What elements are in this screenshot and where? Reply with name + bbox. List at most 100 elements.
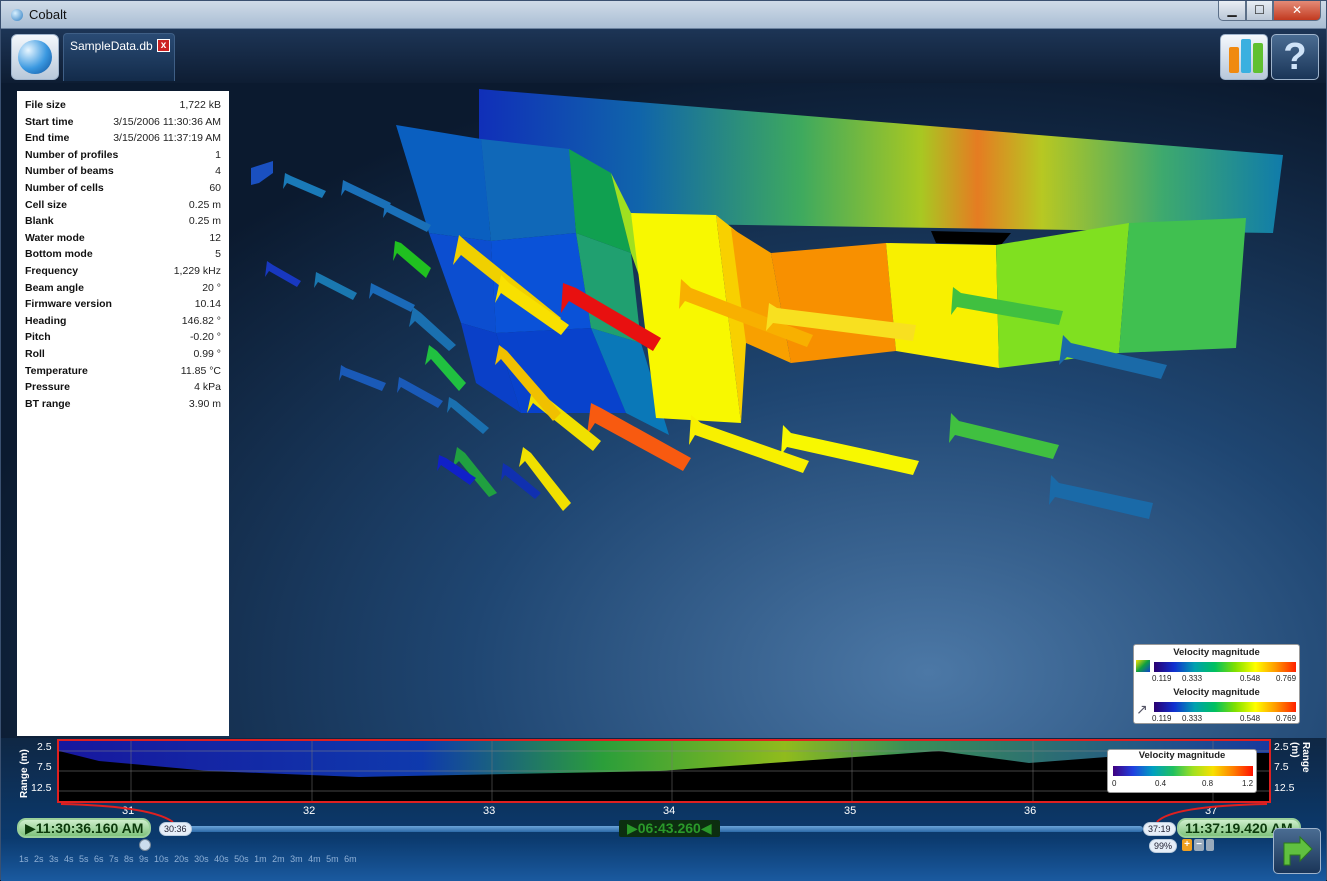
info-value: 10.14: [194, 298, 221, 311]
tab-sampledata[interactable]: SampleData.db x: [63, 33, 175, 81]
info-value: 11.85 °C: [180, 364, 221, 377]
info-value: 5: [215, 248, 221, 261]
info-value: 0.99 °: [193, 347, 221, 360]
info-key: Bottom mode: [25, 248, 93, 261]
close-button[interactable]: ✕: [1273, 1, 1321, 21]
velocity-arrow: [283, 173, 326, 198]
info-key: End time: [25, 132, 70, 145]
velocity-arrow: [425, 345, 466, 391]
tick-label: 0.119: [1152, 714, 1172, 723]
zoom-out-icon[interactable]: −: [1194, 839, 1204, 851]
info-key: Cell size: [25, 198, 68, 211]
strip-legend-ticks: 0 0.4 0.8 1.2: [1112, 779, 1256, 788]
velocity-arrow: [251, 161, 273, 185]
velocity-arrow: [265, 261, 301, 287]
info-key: BT range: [25, 397, 71, 410]
info-row: Beam angle 20 °: [25, 282, 221, 299]
info-row: Blank 0.25 m: [25, 215, 221, 232]
range-tick: 12.5: [31, 782, 52, 794]
arrows-ticks: 0.119 0.333 0.548 0.769: [1152, 714, 1300, 723]
minimize-button[interactable]: ▁: [1218, 1, 1246, 21]
range-tick: 7.5: [37, 761, 52, 773]
info-key: Frequency: [25, 264, 79, 277]
profile-strip-plot[interactable]: Velocity magnitude 0 0.4 0.8 1.2: [57, 739, 1271, 803]
info-value: 4 kPa: [194, 381, 221, 394]
info-value: 0.25 m: [188, 198, 221, 211]
strip-data-area: [59, 741, 1269, 777]
info-row: Firmware version 10.14: [25, 298, 221, 315]
maximize-button[interactable]: ☐: [1246, 1, 1273, 21]
tick-label: 0.119: [1152, 674, 1172, 683]
velocity-arrow: [339, 365, 386, 391]
bar-chart-icon-bar: [1241, 39, 1251, 73]
velocity-arrow: [393, 241, 431, 278]
info-value: 146.82 °: [181, 314, 221, 327]
tick-label: 0.333: [1182, 674, 1203, 683]
zoom-level-list[interactable]: 1s 2s 3s 4s 5s 6s 7s 8s 9s 10s 20s 30s 4…: [19, 854, 357, 864]
timeline-panel: Range (m) Range (m) 2.5 7.5 12.5 2.5 7.5…: [1, 738, 1326, 881]
info-row: BT range 3.90 m: [25, 398, 221, 415]
surface-panel: [1119, 218, 1246, 353]
velocity-arrow: [519, 447, 571, 511]
info-key: Heading: [25, 314, 67, 327]
surface-colorbar: [1154, 662, 1296, 672]
zoom-reset-icon[interactable]: [1206, 839, 1214, 851]
info-value: 1,229 kHz: [173, 264, 221, 277]
zoom-icon[interactable]: [139, 839, 151, 851]
chart-button[interactable]: [1220, 34, 1268, 80]
zoom-in-icon[interactable]: +: [1182, 839, 1192, 851]
info-key: Number of beams: [25, 165, 114, 178]
tick-label: 0.548: [1240, 674, 1261, 683]
info-key: Roll: [25, 347, 45, 360]
info-key: Water mode: [25, 231, 85, 244]
surface-panel: [481, 139, 576, 241]
cobalt-logo-icon: [18, 40, 52, 74]
tick-label: 0.548: [1240, 714, 1261, 723]
info-value: 1,722 kB: [179, 99, 221, 111]
refresh-button[interactable]: [1273, 828, 1321, 874]
strip-legend: Velocity magnitude 0 0.4 0.8 1.2: [1107, 749, 1257, 793]
strip-plot-svg: [59, 741, 1269, 801]
range-tick: 2.5: [1274, 741, 1289, 753]
info-key: Number of cells: [25, 181, 104, 194]
tick-label: 0.4: [1155, 779, 1167, 788]
legend-panel: Velocity magnitude 0.119 0.333 0.548 0.7…: [1133, 644, 1300, 724]
info-key: Beam angle: [25, 281, 84, 294]
info-row: Frequency 1,229 kHz: [25, 265, 221, 282]
start-handle[interactable]: 30:36: [159, 822, 192, 836]
3d-viewport[interactable]: File size 1,722 kB Start time 3/15/2006 11:…: [1, 83, 1326, 738]
tick-label: 1.2: [1242, 779, 1254, 788]
tab-close-button[interactable]: x: [157, 39, 170, 52]
info-key: Start time: [25, 115, 74, 128]
velocity-arrow: [397, 377, 443, 408]
end-handle[interactable]: 37:19: [1143, 822, 1176, 836]
info-row: Water mode 12: [25, 232, 221, 249]
main-window: Cobalt ▁ ☐ ✕ SampleData.db x ? File size…: [0, 0, 1327, 881]
info-value: 20 °: [202, 281, 221, 294]
range-axis-label-left: Range (m): [19, 749, 30, 798]
info-key: Pressure: [25, 381, 70, 394]
strip-legend-title: Velocity magnitude: [1138, 750, 1226, 761]
help-button[interactable]: ?: [1271, 34, 1319, 80]
velocity-arrow: [341, 180, 391, 210]
start-time-field[interactable]: ▶11:30:36.160 AM: [17, 818, 152, 838]
wall-shadow: [931, 231, 1011, 245]
info-row: Roll 0.99 °: [25, 348, 221, 365]
info-value: -0.20 °: [189, 331, 221, 344]
arrows-colorbar: [1154, 702, 1296, 712]
tick-label: 0.333: [1182, 714, 1203, 723]
surface-panel: [771, 243, 896, 363]
info-key: Blank: [25, 215, 54, 228]
legend-surface-title: Velocity magnitude: [1173, 647, 1260, 658]
info-value: 1: [215, 148, 221, 161]
title-bar: Cobalt ▁ ☐ ✕: [1, 1, 1326, 29]
info-value: 3/15/2006 11:30:36 AM: [113, 115, 221, 128]
info-value: 4: [215, 165, 221, 178]
file-info-panel: File size 1,722 kB Start time 3/15/2006 11:…: [17, 91, 229, 736]
tick-label: 0.8: [1202, 779, 1214, 788]
window-title: Cobalt: [29, 7, 67, 22]
velocity-arrow: [409, 307, 456, 351]
app-menu-button[interactable]: [11, 34, 59, 80]
info-key: Pitch: [25, 331, 51, 344]
arrow-icon: ↗: [1136, 701, 1148, 717]
